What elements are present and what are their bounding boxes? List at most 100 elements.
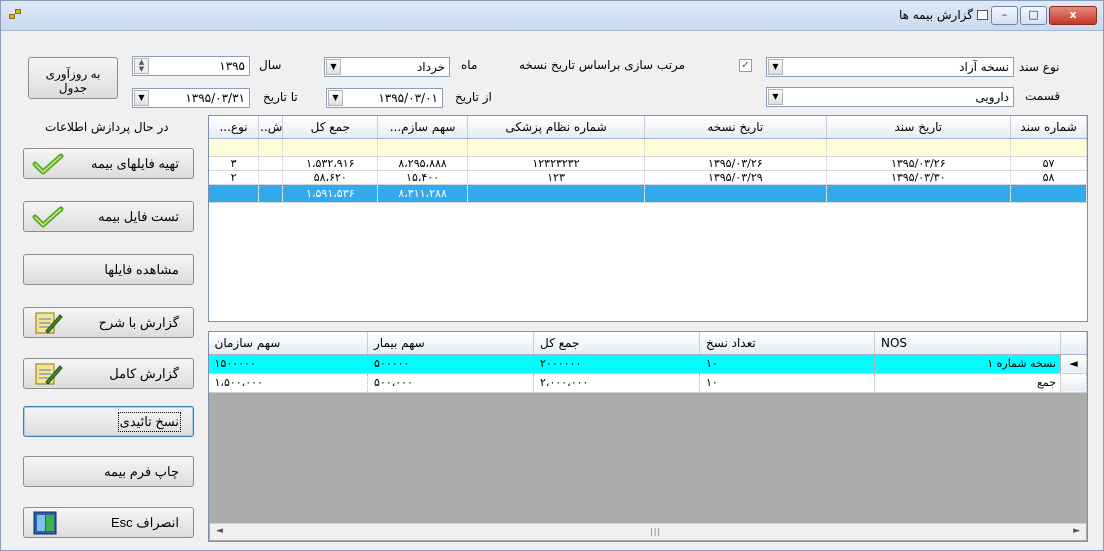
table-cell[interactable]: [258, 184, 284, 203]
table-cell[interactable]: ۱۵،۴۰۰: [377, 170, 468, 185]
year-value: ۱۳۹۵: [219, 59, 245, 73]
section-value: دارویی: [975, 90, 1009, 104]
app-icon: [9, 9, 23, 21]
table-cell[interactable]: [258, 138, 284, 157]
col-org-share-summary[interactable]: سهم سازمان: [209, 332, 368, 355]
chevron-down-icon: ▼: [326, 59, 341, 75]
table-cell[interactable]: ۸،۳۱۱،۲۸۸: [377, 184, 468, 203]
col-rx-count[interactable]: تعداد نسخ: [699, 332, 875, 355]
sort-checkbox[interactable]: ✓: [739, 59, 752, 72]
table-cell[interactable]: ۱۳۹۵/۰۳/۲۶: [644, 156, 827, 171]
table-cell[interactable]: ۱۰: [699, 373, 875, 393]
table-cell[interactable]: ۱۲۳: [467, 170, 646, 185]
view-files-button[interactable]: مشاهده فایلها: [23, 254, 194, 285]
table-row[interactable]: جمع ۱۰ ۲،۰۰۰،۰۰۰ ۵۰۰،۰۰۰ ۱،۵۰۰،۰۰۰: [209, 373, 1087, 393]
from-date-picker[interactable]: ۱۳۹۵/۰۳/۰۱ ▼: [326, 88, 443, 108]
table-cell[interactable]: [467, 138, 646, 157]
table-cell[interactable]: [826, 184, 1012, 203]
table-cell[interactable]: ۲۰۰۰۰۰۰: [533, 354, 700, 374]
col-rx-date[interactable]: تاریخ نسخه: [644, 116, 827, 139]
spinner-arrows-icon[interactable]: ▲ ▼: [134, 58, 149, 74]
col-summary-total[interactable]: جمع کل: [533, 332, 700, 355]
table-cell[interactable]: [1010, 138, 1087, 157]
table-cell[interactable]: ۸،۲۹۵،۸۸۸: [377, 156, 468, 171]
table-cell[interactable]: ۵۸،۶۲۰: [282, 170, 379, 185]
table-cell[interactable]: جمع: [874, 373, 1061, 393]
table-cell[interactable]: [467, 184, 646, 203]
new-row[interactable]: [209, 138, 1087, 157]
window-title: گزارش بیمه ها: [898, 8, 973, 22]
table-cell[interactable]: ۱،۵۰۰،۰۰۰: [209, 373, 368, 393]
maximize-button[interactable]: □: [1020, 6, 1047, 25]
col-total[interactable]: جمع کل: [282, 116, 379, 139]
table-cell[interactable]: ۱۳۹۵/۰۳/۳۰: [826, 170, 1012, 185]
table-row[interactable]: ◄ نسخه شماره ۱ ۱۰ ۲۰۰۰۰۰۰ ۵۰۰۰۰۰ ۱۵۰۰۰۰۰: [209, 354, 1087, 374]
section-label: قسمت: [1025, 89, 1061, 103]
test-insurance-file-button[interactable]: تست فایل بیمه: [23, 201, 194, 232]
to-date-picker[interactable]: ۱۳۹۵/۰۳/۳۱ ▼: [132, 88, 250, 108]
scroll-thumb-icon[interactable]: |||: [650, 527, 661, 536]
report-with-description-button[interactable]: گزارش با شرح: [23, 307, 194, 338]
doc-type-select[interactable]: نسخه آزاد ▼: [766, 57, 1014, 77]
minimize-button[interactable]: –: [991, 6, 1018, 25]
table-cell[interactable]: ۱،۵۳۲،۹۱۶: [282, 156, 379, 171]
exit-door-icon: [33, 511, 57, 535]
table-cell[interactable]: ۵۰۰،۰۰۰: [367, 373, 534, 393]
total-row[interactable]: ۸،۳۱۱،۲۸۸ ۱،۵۹۱،۵۳۶: [209, 184, 1087, 203]
table-cell[interactable]: ۱،۵۹۱،۵۳۶: [282, 184, 379, 203]
table-row[interactable]: ۵۷ ۱۳۹۵/۰۳/۲۶ ۱۳۹۵/۰۳/۲۶ ۱۲۳۲۳۲۳۲ ۸،۲۹۵،…: [209, 156, 1087, 171]
table-cell[interactable]: ۵۰۰۰۰۰: [367, 354, 534, 374]
cancel-button[interactable]: انصراف Esc: [23, 507, 194, 538]
view-files-label: مشاهده فایلها: [104, 262, 179, 277]
table-cell[interactable]: ۲،۰۰۰،۰۰۰: [533, 373, 700, 393]
documents-grid[interactable]: شماره سند تاریخ سند تاریخ نسخه شماره نظا…: [208, 115, 1088, 322]
print-insurance-form-button[interactable]: چاپ فرم بیمه: [23, 456, 194, 487]
table-cell[interactable]: [282, 138, 379, 157]
table-cell[interactable]: ۱۵۰۰۰۰۰: [209, 354, 368, 374]
close-button[interactable]: x: [1049, 6, 1097, 25]
report-window-icon: [977, 10, 988, 20]
table-cell[interactable]: ۱۰: [699, 354, 875, 374]
table-cell[interactable]: ۵۷: [1010, 156, 1087, 171]
checkmark-icon: [32, 153, 64, 175]
col-sh[interactable]: ش...: [258, 116, 284, 139]
table-cell[interactable]: ۳: [209, 156, 260, 171]
col-org-share[interactable]: سهم سازم...: [377, 116, 468, 139]
year-spinner[interactable]: ۱۳۹۵ ▲ ▼: [132, 56, 250, 76]
table-cell[interactable]: [209, 138, 260, 157]
current-row-arrow-icon: ◄: [1060, 354, 1087, 374]
table-cell[interactable]: [1010, 184, 1087, 203]
table-cell[interactable]: [644, 184, 827, 203]
table-cell[interactable]: ۱۳۹۵/۰۳/۲۹: [644, 170, 827, 185]
section-select[interactable]: دارویی ▼: [766, 87, 1014, 107]
table-cell[interactable]: [258, 156, 284, 171]
table-cell[interactable]: ۵۸: [1010, 170, 1087, 185]
scroll-right-icon[interactable]: ►: [1073, 526, 1080, 536]
table-cell[interactable]: [826, 138, 1012, 157]
col-patient-share[interactable]: سهم بیمار: [367, 332, 534, 355]
col-nos[interactable]: NOS: [874, 332, 1061, 355]
table-cell[interactable]: ۱۳۹۵/۰۳/۲۶: [826, 156, 1012, 171]
table-cell[interactable]: [377, 138, 468, 157]
table-cell[interactable]: ۱۲۳۲۳۲۳۲: [467, 156, 646, 171]
table-cell[interactable]: [644, 138, 827, 157]
month-select[interactable]: خرداد ▼: [324, 57, 450, 77]
table-row[interactable]: ۵۸ ۱۳۹۵/۰۳/۳۰ ۱۳۹۵/۰۳/۲۹ ۱۲۳ ۱۵،۴۰۰ ۵۸،۶…: [209, 170, 1087, 185]
table-cell[interactable]: ۲: [209, 170, 260, 185]
scroll-left-icon[interactable]: ◄: [216, 526, 223, 536]
col-medical-number[interactable]: شماره نظام پزشکی: [467, 116, 646, 139]
table-cell[interactable]: [258, 170, 284, 185]
summary-grid[interactable]: NOS تعداد نسخ جمع کل سهم بیمار سهم سازما…: [208, 331, 1088, 542]
col-type[interactable]: نوع...: [209, 116, 260, 139]
refresh-table-button[interactable]: به روزآوری جدول: [28, 57, 118, 99]
test-file-label: تست فایل بیمه: [98, 209, 179, 224]
approved-prescriptions-button[interactable]: نسخ تائیدی: [23, 406, 194, 437]
table-cell[interactable]: نسخه شماره ۱: [874, 354, 1061, 374]
col-doc-date[interactable]: تاریخ سند: [826, 116, 1012, 139]
col-doc-number[interactable]: شماره سند: [1010, 116, 1087, 139]
refresh-label-line1: به روزآوری: [45, 67, 101, 81]
prepare-insurance-files-button[interactable]: تهیه فایلهای بیمه: [23, 148, 194, 179]
table-cell[interactable]: [209, 184, 260, 203]
full-report-button[interactable]: گزارش کامل: [23, 358, 194, 389]
horizontal-scrollbar[interactable]: ◄ ||| ►: [210, 523, 1086, 540]
